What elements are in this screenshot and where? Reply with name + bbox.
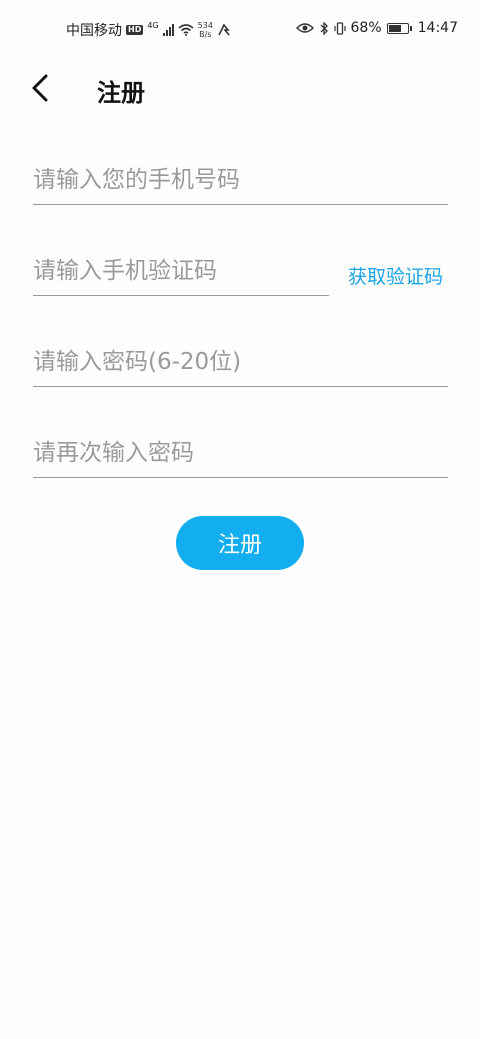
status-bar-left: 中国移动 HD 4G 534 B/s	[66, 20, 231, 40]
network-type-label: 4G	[147, 20, 159, 30]
hd-badge: HD	[126, 25, 144, 35]
status-bar: 中国移动 HD 4G 534 B/s 68% 14:47	[0, 0, 480, 60]
vibrate-icon	[333, 21, 346, 35]
battery-icon	[386, 22, 412, 34]
eye-icon	[295, 23, 314, 33]
phone-input[interactable]	[33, 155, 448, 204]
verification-code-field	[33, 246, 329, 296]
wifi-icon	[178, 24, 194, 36]
register-button[interactable]: 注册	[176, 516, 304, 570]
password-input[interactable]	[33, 337, 448, 386]
phone-field	[33, 155, 448, 205]
confirm-password-field	[33, 428, 448, 478]
app-bar: 注册	[0, 62, 480, 112]
network-speed-value: 534	[197, 21, 213, 30]
verification-code-input[interactable]	[33, 246, 329, 295]
status-bar-right: 68% 14:47	[295, 20, 458, 36]
battery-percent: 68%	[350, 20, 382, 36]
signal-icon	[162, 24, 174, 36]
bluetooth-icon	[320, 21, 328, 35]
confirm-password-input[interactable]	[33, 428, 448, 477]
carrier-label: 中国移动	[66, 23, 122, 39]
network-speed-unit: B/s	[199, 30, 212, 39]
get-code-button[interactable]: 获取验证码	[348, 262, 443, 289]
clock: 14:47	[417, 20, 458, 36]
password-field	[33, 337, 448, 387]
chevron-left-icon	[32, 74, 48, 102]
app-notification-icon	[218, 24, 230, 36]
network-speed: 534 B/s	[198, 21, 213, 39]
back-button[interactable]	[22, 70, 58, 106]
page-title: 注册	[97, 79, 145, 107]
